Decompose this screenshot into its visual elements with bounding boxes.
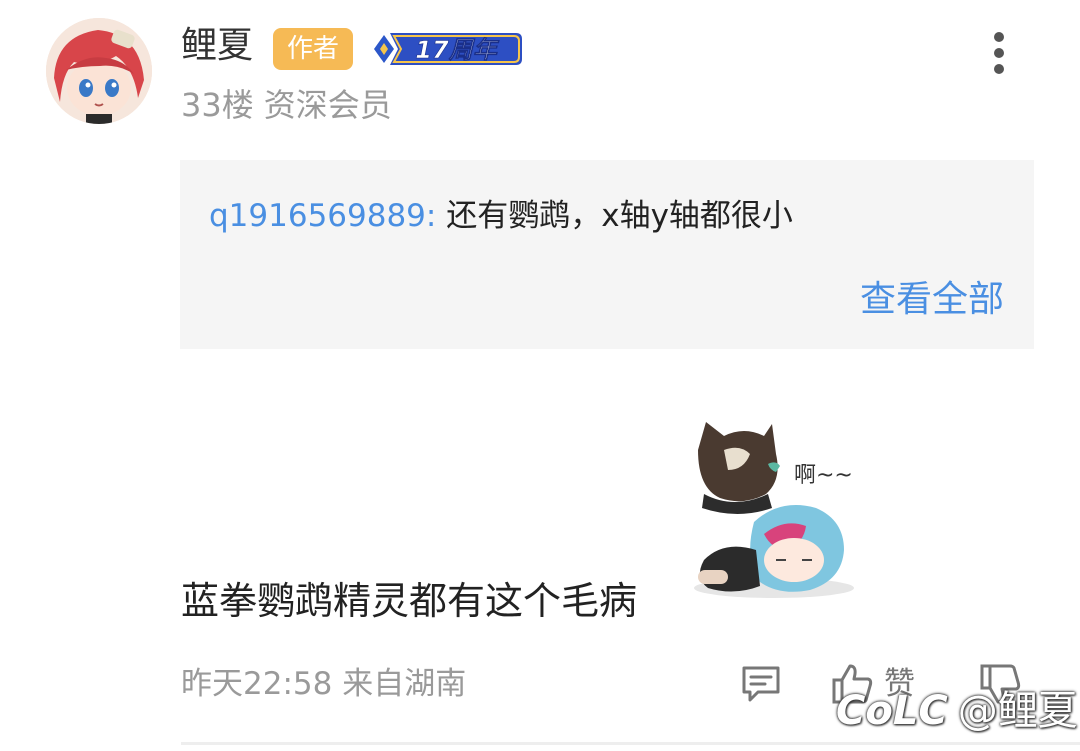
quote-line: q1916569889: 还有鹦鹉，x轴y轴都很小 — [209, 196, 793, 236]
reply-icon[interactable] — [740, 664, 782, 704]
quote-username[interactable]: q1916569889: — [209, 198, 436, 234]
divider — [181, 742, 1080, 745]
more-vertical-icon[interactable] — [986, 30, 1012, 76]
member-level: 资深会员 — [263, 86, 392, 124]
avatar[interactable] — [46, 18, 152, 124]
watermark-handle: @鲤夏 — [957, 688, 1078, 734]
post-time-location: 昨天22:58 来自湖南 — [181, 666, 467, 702]
post-content: 蓝拳鹦鹉精灵都有这个毛病 — [181, 579, 638, 623]
author-badge: 作者 — [273, 28, 353, 70]
sticker-text: 啊~~ — [794, 463, 853, 488]
anniversary-badge-text: 17周年 — [415, 36, 499, 64]
floor-number: 33楼 — [181, 86, 254, 124]
username[interactable]: 鲤夏 — [181, 24, 253, 68]
watermark-logo: CoLC — [836, 688, 948, 734]
anniversary-badge: 17周年 — [370, 27, 526, 71]
watermark: CoLC @鲤夏 — [836, 686, 1078, 736]
quote-text: 还有鹦鹉，x轴y轴都很小 — [446, 198, 793, 234]
quoted-reply[interactable]: q1916569889: 还有鹦鹉，x轴y轴都很小 查看全部 — [180, 160, 1034, 349]
view-all-link[interactable]: 查看全部 — [860, 278, 1004, 322]
sticker-image: 啊~~ — [684, 410, 874, 610]
post-meta: 33楼 资深会员 — [181, 84, 392, 126]
